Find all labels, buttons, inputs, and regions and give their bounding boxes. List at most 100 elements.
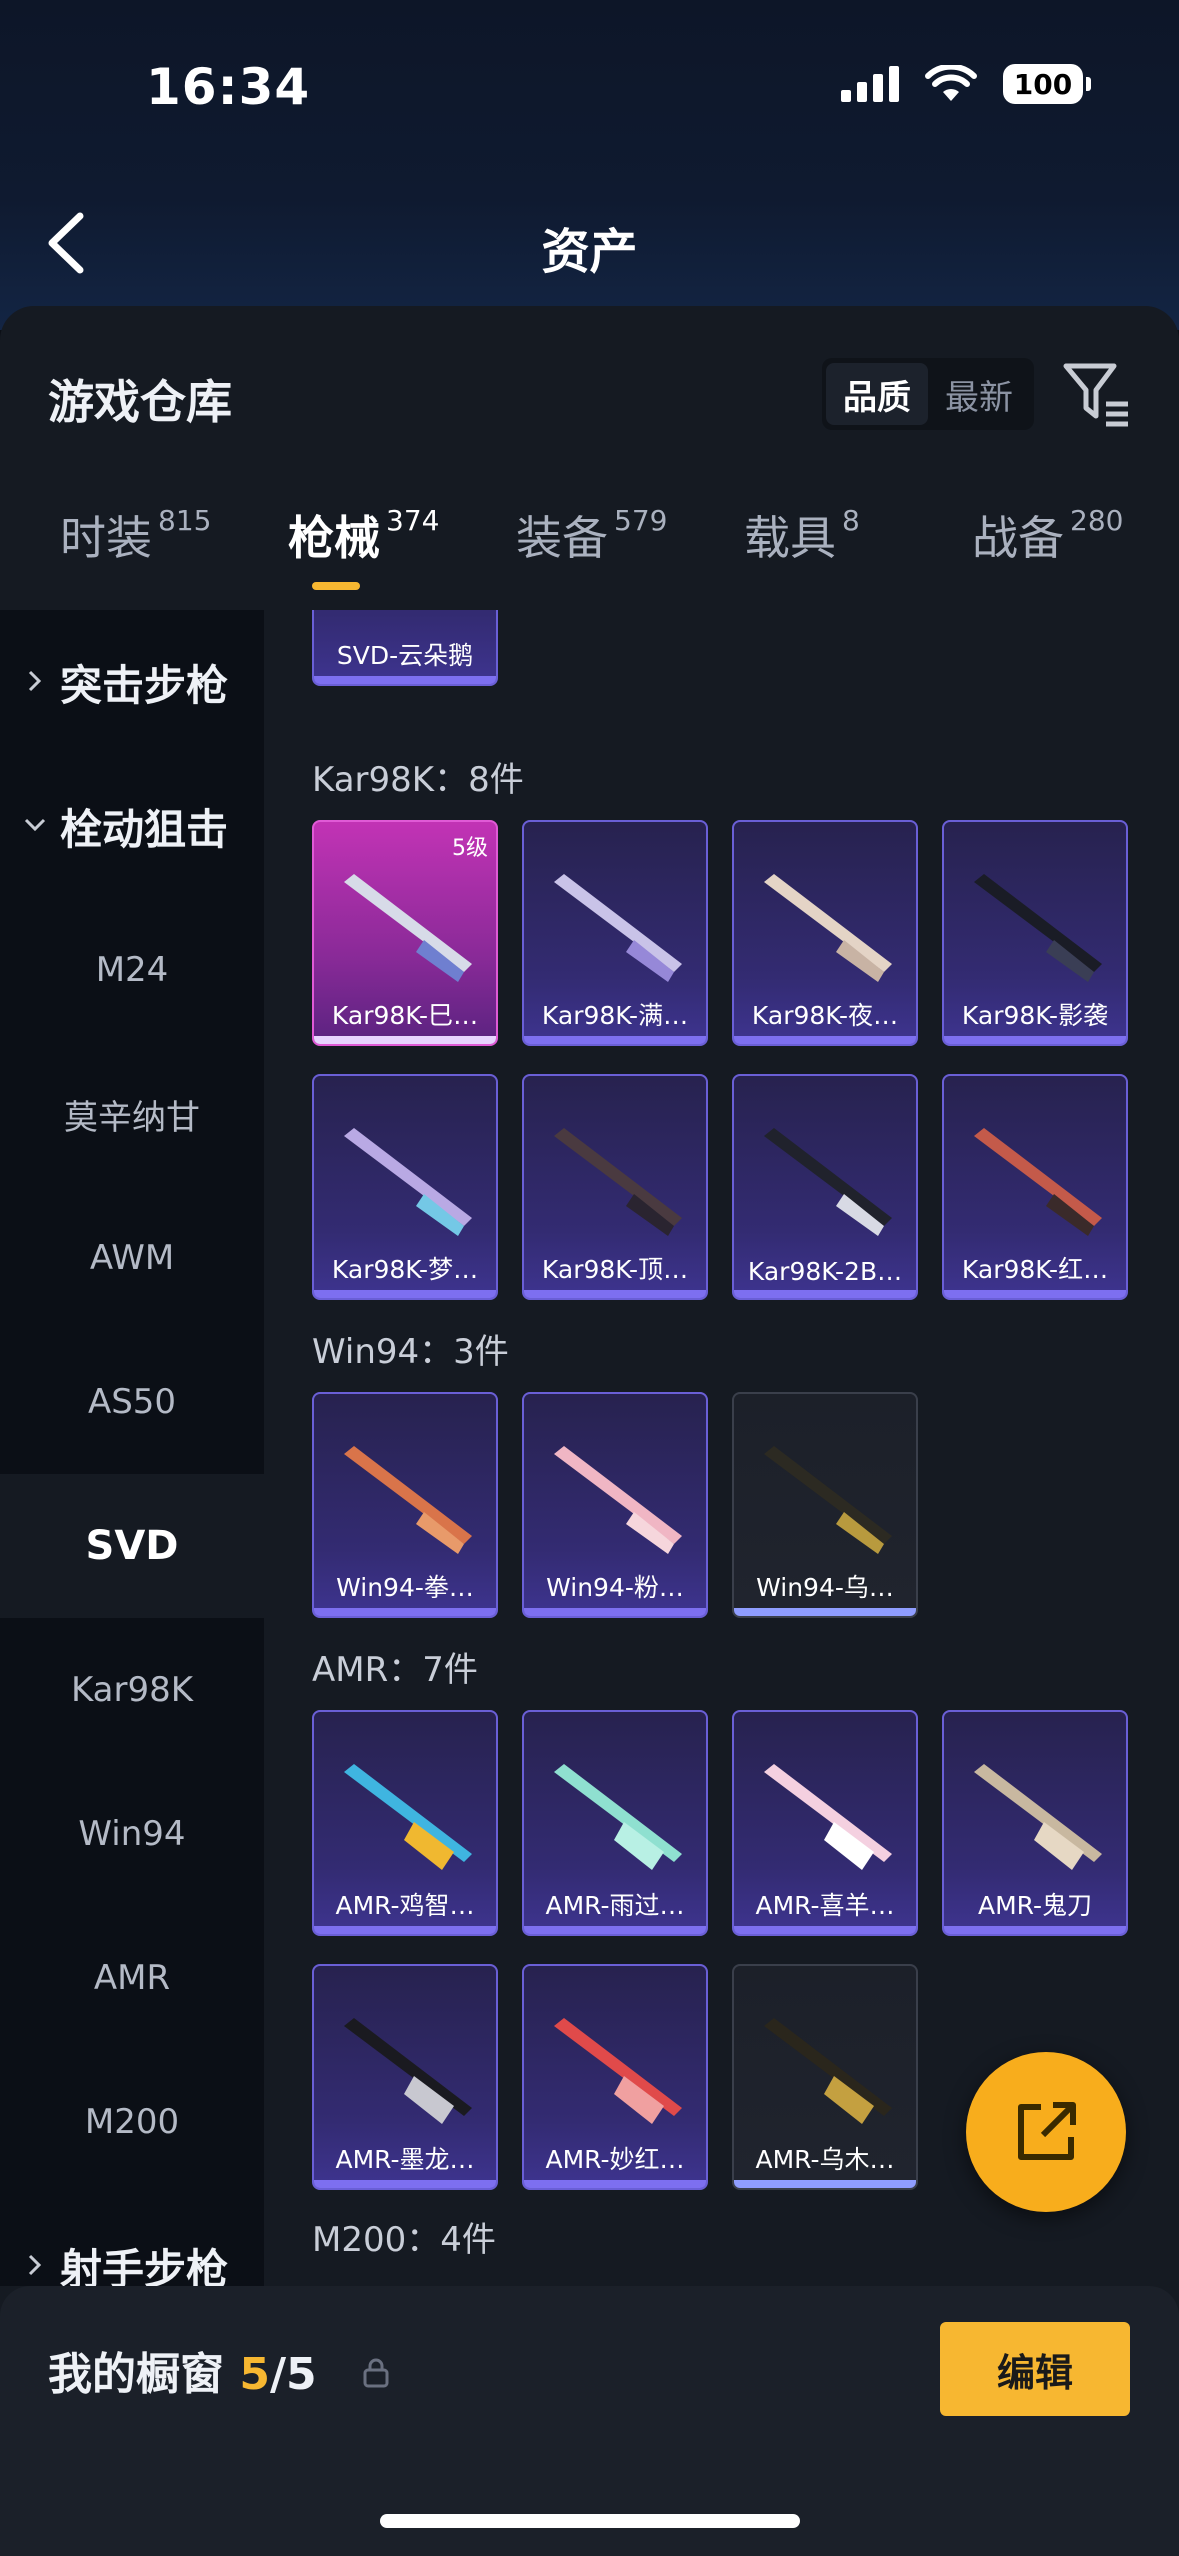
weapon-name: Kar98K-夜… <box>751 1001 899 1030</box>
tab-gear[interactable]: 战备 280 <box>972 502 1123 568</box>
weapon-card[interactable]: AMR-乌木… <box>732 1964 918 2190</box>
sidebar-group-bolt-snipers[interactable]: 栓动狙击 <box>0 754 264 898</box>
edit-button[interactable]: 编辑 <box>940 2322 1130 2416</box>
tab-count: 8 <box>842 504 860 537</box>
tab-label: 战备 <box>972 511 1064 565</box>
rifle-icon <box>764 2018 892 2124</box>
rifle-icon <box>344 2018 472 2124</box>
share-button[interactable] <box>966 2052 1126 2212</box>
weapon-name: AMR-喜羊… <box>755 1891 895 1920</box>
chevron-right-icon <box>28 2254 42 2276</box>
chevron-right-icon <box>28 670 42 692</box>
rifle-icon <box>764 1128 892 1236</box>
lock-icon <box>363 2358 389 2388</box>
weapon-card[interactable]: AMR-鸡智… <box>312 1710 498 1936</box>
sidebar-item-kar98k[interactable]: Kar98K <box>0 1618 264 1762</box>
weapon-card[interactable]: AMR-雨过… <box>522 1710 708 1936</box>
weapon-card[interactable]: Kar98K-顶… <box>522 1074 708 1300</box>
weapon-grid: SVD-云朵鹅 Kar98K：8件 5级 Kar98K-巳… Kar98K-满…… <box>264 610 1179 2286</box>
showcase-bar: 我的橱窗 5/5 编辑 <box>0 2286 1179 2556</box>
sidebar-item-awm[interactable]: AWM <box>0 1186 264 1330</box>
tab-count: 815 <box>158 504 212 537</box>
rifle-icon <box>764 874 892 982</box>
weapon-card[interactable]: Kar98K-红… <box>942 1074 1128 1300</box>
rifle-icon <box>344 1446 472 1554</box>
weapon-sidebar: 突击步枪 栓动狙击 M24 莫辛纳甘 AWM AS50 SVD Kar98K W… <box>0 610 264 2294</box>
tab-vehicles[interactable]: 载具 8 <box>744 502 860 568</box>
tab-count: 579 <box>614 504 668 537</box>
home-indicator <box>380 2514 800 2528</box>
sidebar-item-svd[interactable]: SVD <box>0 1474 264 1618</box>
showcase-current: 5 <box>239 2349 270 2400</box>
sidebar-item-win94[interactable]: Win94 <box>0 1762 264 1906</box>
weapon-card[interactable]: 5级 Kar98K-巳… <box>312 820 498 1046</box>
weapon-card[interactable]: AMR-鬼刀 <box>942 1710 1128 1936</box>
sort-quality-button[interactable]: 品质 <box>826 363 928 425</box>
sort-newest-button[interactable]: 最新 <box>928 363 1030 425</box>
rifle-icon <box>554 1764 682 1870</box>
sidebar-item-as50[interactable]: AS50 <box>0 1330 264 1474</box>
showcase-title: 我的橱窗 5/5 <box>48 2338 317 2402</box>
weapon-name: Kar98K-顶… <box>541 1255 689 1284</box>
rifle-icon <box>974 1764 1102 1870</box>
section-title-win94: Win94：3件 <box>312 1332 509 1372</box>
weapon-name: Kar98K-满… <box>541 1001 689 1030</box>
sidebar-group-assault-rifles[interactable]: 突击步枪 <box>0 610 264 754</box>
tab-guns[interactable]: 枪械 374 <box>288 502 439 568</box>
weapon-name: Kar98K-2B… <box>747 1257 903 1286</box>
weapon-name: AMR-鬼刀 <box>977 1891 1093 1920</box>
rifle-icon <box>974 1128 1102 1236</box>
showcase-label: 我的橱窗 <box>48 2349 224 2400</box>
weapon-name: Kar98K-巳… <box>331 1001 479 1030</box>
weapon-card[interactable]: Kar98K-满… <box>522 820 708 1046</box>
weapon-level-badge: 5级 <box>452 836 488 861</box>
rifle-icon <box>554 874 682 982</box>
share-icon <box>1018 2102 1076 2160</box>
sort-toggle: 品质 最新 <box>822 358 1034 430</box>
tab-fashion[interactable]: 时装 815 <box>60 502 211 568</box>
weapon-card[interactable]: Kar98K-夜… <box>732 820 918 1046</box>
sidebar-item-mosin[interactable]: 莫辛纳甘 <box>0 1042 264 1186</box>
tab-label: 载具 <box>744 511 836 565</box>
sidebar-item-m200[interactable]: M200 <box>0 2050 264 2194</box>
sidebar-item-m24[interactable]: M24 <box>0 898 264 1042</box>
section-title-m200: M200：4件 <box>312 2220 496 2260</box>
weapon-name: Win94-乌… <box>756 1573 894 1602</box>
battery-icon: 100 <box>1003 64 1091 104</box>
warehouse-title: 游戏仓库 <box>48 375 232 429</box>
weapon-name: AMR-鸡智… <box>335 1891 475 1920</box>
rifle-icon <box>344 1764 472 1870</box>
filter-icon[interactable] <box>1062 358 1132 428</box>
weapon-card[interactable]: Win94-拳… <box>312 1392 498 1618</box>
weapon-name: Win94-粉… <box>546 1573 684 1602</box>
weapon-name: Kar98K-红… <box>961 1255 1109 1284</box>
tab-equipment[interactable]: 装备 579 <box>516 502 667 568</box>
weapon-name: AMR-雨过… <box>545 1891 685 1920</box>
tab-label: 枪械 <box>288 511 380 565</box>
weapon-card[interactable]: Kar98K-2B… <box>732 1074 918 1300</box>
rifle-icon <box>554 1446 682 1554</box>
weapon-card[interactable]: Win94-粉… <box>522 1392 708 1618</box>
rifle-icon <box>764 1764 892 1870</box>
chevron-down-icon <box>24 818 46 832</box>
weapon-card[interactable]: Kar98K-梦… <box>312 1074 498 1300</box>
weapon-card[interactable]: AMR-墨龙… <box>312 1964 498 2190</box>
rifle-icon <box>344 1128 472 1236</box>
weapon-card[interactable]: AMR-妙红… <box>522 1964 708 2190</box>
sidebar-item-amr[interactable]: AMR <box>0 1906 264 2050</box>
weapon-name: Win94-拳… <box>336 1573 474 1602</box>
weapon-name: Kar98K-影袭 <box>961 1001 1109 1030</box>
sidebar-group-label: 栓动狙击 <box>60 804 229 854</box>
cellular-signal-icon <box>841 66 899 102</box>
weapon-card-svd[interactable]: SVD-云朵鹅 <box>312 610 498 686</box>
showcase-count: 5/5 <box>239 2349 316 2400</box>
tab-label: 时装 <box>60 511 152 565</box>
weapon-card[interactable]: AMR-喜羊… <box>732 1710 918 1936</box>
weapon-card[interactable]: Kar98K-影袭 <box>942 820 1128 1046</box>
section-title-kar98k: Kar98K：8件 <box>312 760 524 800</box>
weapon-name: SVD-云朵鹅 <box>336 641 474 670</box>
weapon-name: Kar98K-梦… <box>331 1255 479 1284</box>
weapon-card[interactable]: Win94-乌… <box>732 1392 918 1618</box>
rifle-icon <box>554 1128 682 1236</box>
tab-count: 374 <box>386 504 440 537</box>
